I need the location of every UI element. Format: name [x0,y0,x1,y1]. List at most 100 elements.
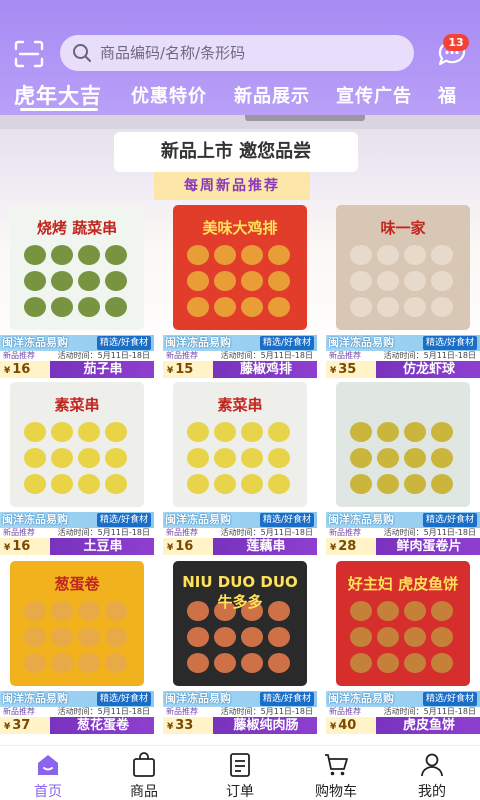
promo-info: 新品推荐 活动时间：5月11日-18日 [326,528,480,538]
home-icon [38,755,58,775]
product-image[interactable]: 烧烤 蔬菜串 [10,205,144,330]
food-item-shape [404,297,426,317]
recommend-label: 新品推荐 [329,528,361,537]
product-package: 好主妇 虎皮鱼饼 [336,561,470,686]
store-name: 闽洋冻品易购 [2,692,68,705]
food-item-shape [214,474,236,494]
recommend-label: 新品推荐 [3,528,35,537]
price-bar: ¥16 土豆串 [0,538,154,555]
product-name: 土豆串 [83,539,123,554]
store-strip: 闽洋冻品易购 精选/好食材 [163,691,317,707]
product-card[interactable]: 好主妇 虎皮鱼饼 闽洋冻品易购 精选/好食材 新品推荐 活动时间：5月11日-18日 ¥4… [326,556,480,734]
food-item-shape [105,627,127,647]
app-header: 13 虎年大吉 优惠特价 新品展示 宣传广告 福 [0,0,480,115]
product-image[interactable]: 素菜串 [10,382,144,507]
food-item-shape [404,653,426,673]
scan-icon[interactable] [14,40,44,68]
food-item-shape [350,422,372,442]
food-item-shape [51,297,73,317]
food-item-shape [241,271,263,291]
tab-tiger-year[interactable]: 虎年大吉 [14,80,102,110]
quality-tag: 精选/好食材 [422,692,477,706]
product-image[interactable]: 好主妇 虎皮鱼饼 [336,561,470,686]
promo-info: 新品推荐 活动时间：5月11日-18日 [0,707,154,717]
promo-info: 新品推荐 活动时间：5月11日-18日 [326,707,480,717]
recommend-label: 新品推荐 [166,351,198,360]
food-item-shape [404,627,426,647]
recommend-label: 新品推荐 [3,707,35,716]
price-bar: ¥15 藤椒鸡排 [163,361,317,378]
nav-products-label: 商品 [130,784,158,800]
product-package: 烧烤 蔬菜串 [10,205,144,330]
price-bar: ¥16 茄子串 [0,361,154,378]
food-item-shape [51,474,73,494]
food-item-shape [268,448,290,468]
activity-time: 活动时间：5月11日-18日 [383,707,476,716]
quality-tag: 精选/好食材 [96,692,151,706]
food-item-shape [24,245,46,265]
nav-home[interactable]: 首页 [0,746,96,800]
product-card[interactable]: 素菜串 闽洋冻品易购 精选/好食材 新品推荐 活动时间：5月11日-18日 ¥16 土豆串 [0,377,154,555]
food-item-shape [268,422,290,442]
product-price: ¥35 [326,361,376,378]
food-item-shape [268,271,290,291]
recommend-label: 新品推荐 [329,351,361,360]
nav-profile[interactable]: 我的 [384,746,480,800]
product-image[interactable]: 美味大鸡排 [173,205,307,330]
product-package: 葱蛋卷 [10,561,144,686]
product-package: 素菜串 [173,382,307,507]
product-card[interactable]: 美味大鸡排 闽洋冻品易购 精选/好食材 新品推荐 活动时间：5月11日-18日 ¥15 藤椒… [163,200,317,378]
product-image[interactable]: 素菜串 [173,382,307,507]
search-input[interactable] [100,44,390,62]
food-item-shape [105,448,127,468]
food-item-shape [268,297,290,317]
tab-specials[interactable]: 优惠特价 [131,82,207,108]
food-item-shape [78,601,100,621]
product-card[interactable]: 葱蛋卷 闽洋冻品易购 精选/好食材 新品推荐 活动时间：5月11日-18日 ¥37 葱花蛋卷 [0,556,154,734]
product-card[interactable]: 味一家 闽洋冻品易购 精选/好食材 新品推荐 活动时间：5月11日-18日 ¥35 仿龙虾球 [326,200,480,378]
nav-cart[interactable]: 购物车 [288,746,384,800]
price-value: 37 [12,718,31,733]
nav-cart-label: 购物车 [315,784,357,800]
activity-time: 活动时间：5月11日-18日 [220,528,313,537]
tab-blessing[interactable]: 福 [438,82,457,108]
product-image[interactable]: 葱蛋卷 [10,561,144,686]
food-item-shape [24,271,46,291]
product-card[interactable]: 闽洋冻品易购 精选/好食材 新品推荐 活动时间：5月11日-18日 ¥28 鲜肉蛋卷片 [326,377,480,555]
product-name: 藤椒鸡排 [239,362,292,377]
search-bar[interactable] [60,35,414,71]
price-value: 16 [12,539,31,554]
product-image[interactable] [336,382,470,507]
currency-symbol: ¥ [4,366,11,376]
product-image[interactable]: 味一家 [336,205,470,330]
price-bar: ¥33 藤椒纯肉肠 [163,717,317,734]
food-item-shape [350,245,372,265]
price-value: 33 [175,718,194,733]
nav-products[interactable]: 商品 [96,746,192,800]
food-item-shape [377,271,399,291]
food-item-shape [78,653,100,673]
tab-new-products[interactable]: 新品展示 [234,82,310,108]
product-price: ¥15 [163,361,213,378]
food-item-shape [241,448,263,468]
activity-time: 活动时间：5月11日-18日 [383,528,476,537]
product-card[interactable]: NIU DUO DUO 牛多多闽洋冻品易购 精选/好食材 新品推荐 活动时间：5月11… [163,556,317,734]
promo-info: 新品推荐 活动时间：5月11日-18日 [163,707,317,717]
product-card[interactable]: 素菜串 闽洋冻品易购 精选/好食材 新品推荐 活动时间：5月11日-18日 ¥16 莲藕串 [163,377,317,555]
food-item-shape [377,653,399,673]
nav-orders[interactable]: 订单 [192,746,288,800]
product-price: ¥40 [326,717,376,734]
product-card[interactable]: 烧烤 蔬菜串 闽洋冻品易购 精选/好食材 新品推荐 活动时间：5月11日-18日 ¥16 茄… [0,200,154,378]
food-item-shape [268,653,290,673]
tab-promotion[interactable]: 宣传广告 [336,82,412,108]
price-value: 40 [338,718,357,733]
activity-time: 活动时间：5月11日-18日 [57,351,150,360]
store-name: 闽洋冻品易购 [2,513,68,526]
food-item-shape [78,448,100,468]
product-image[interactable]: NIU DUO DUO 牛多多 [173,561,307,686]
price-bar: ¥35 仿龙虾球 [326,361,480,378]
food-item-shape [51,422,73,442]
food-item-shape [431,474,453,494]
quality-tag: 精选/好食材 [422,336,477,350]
food-item-shape [78,422,100,442]
